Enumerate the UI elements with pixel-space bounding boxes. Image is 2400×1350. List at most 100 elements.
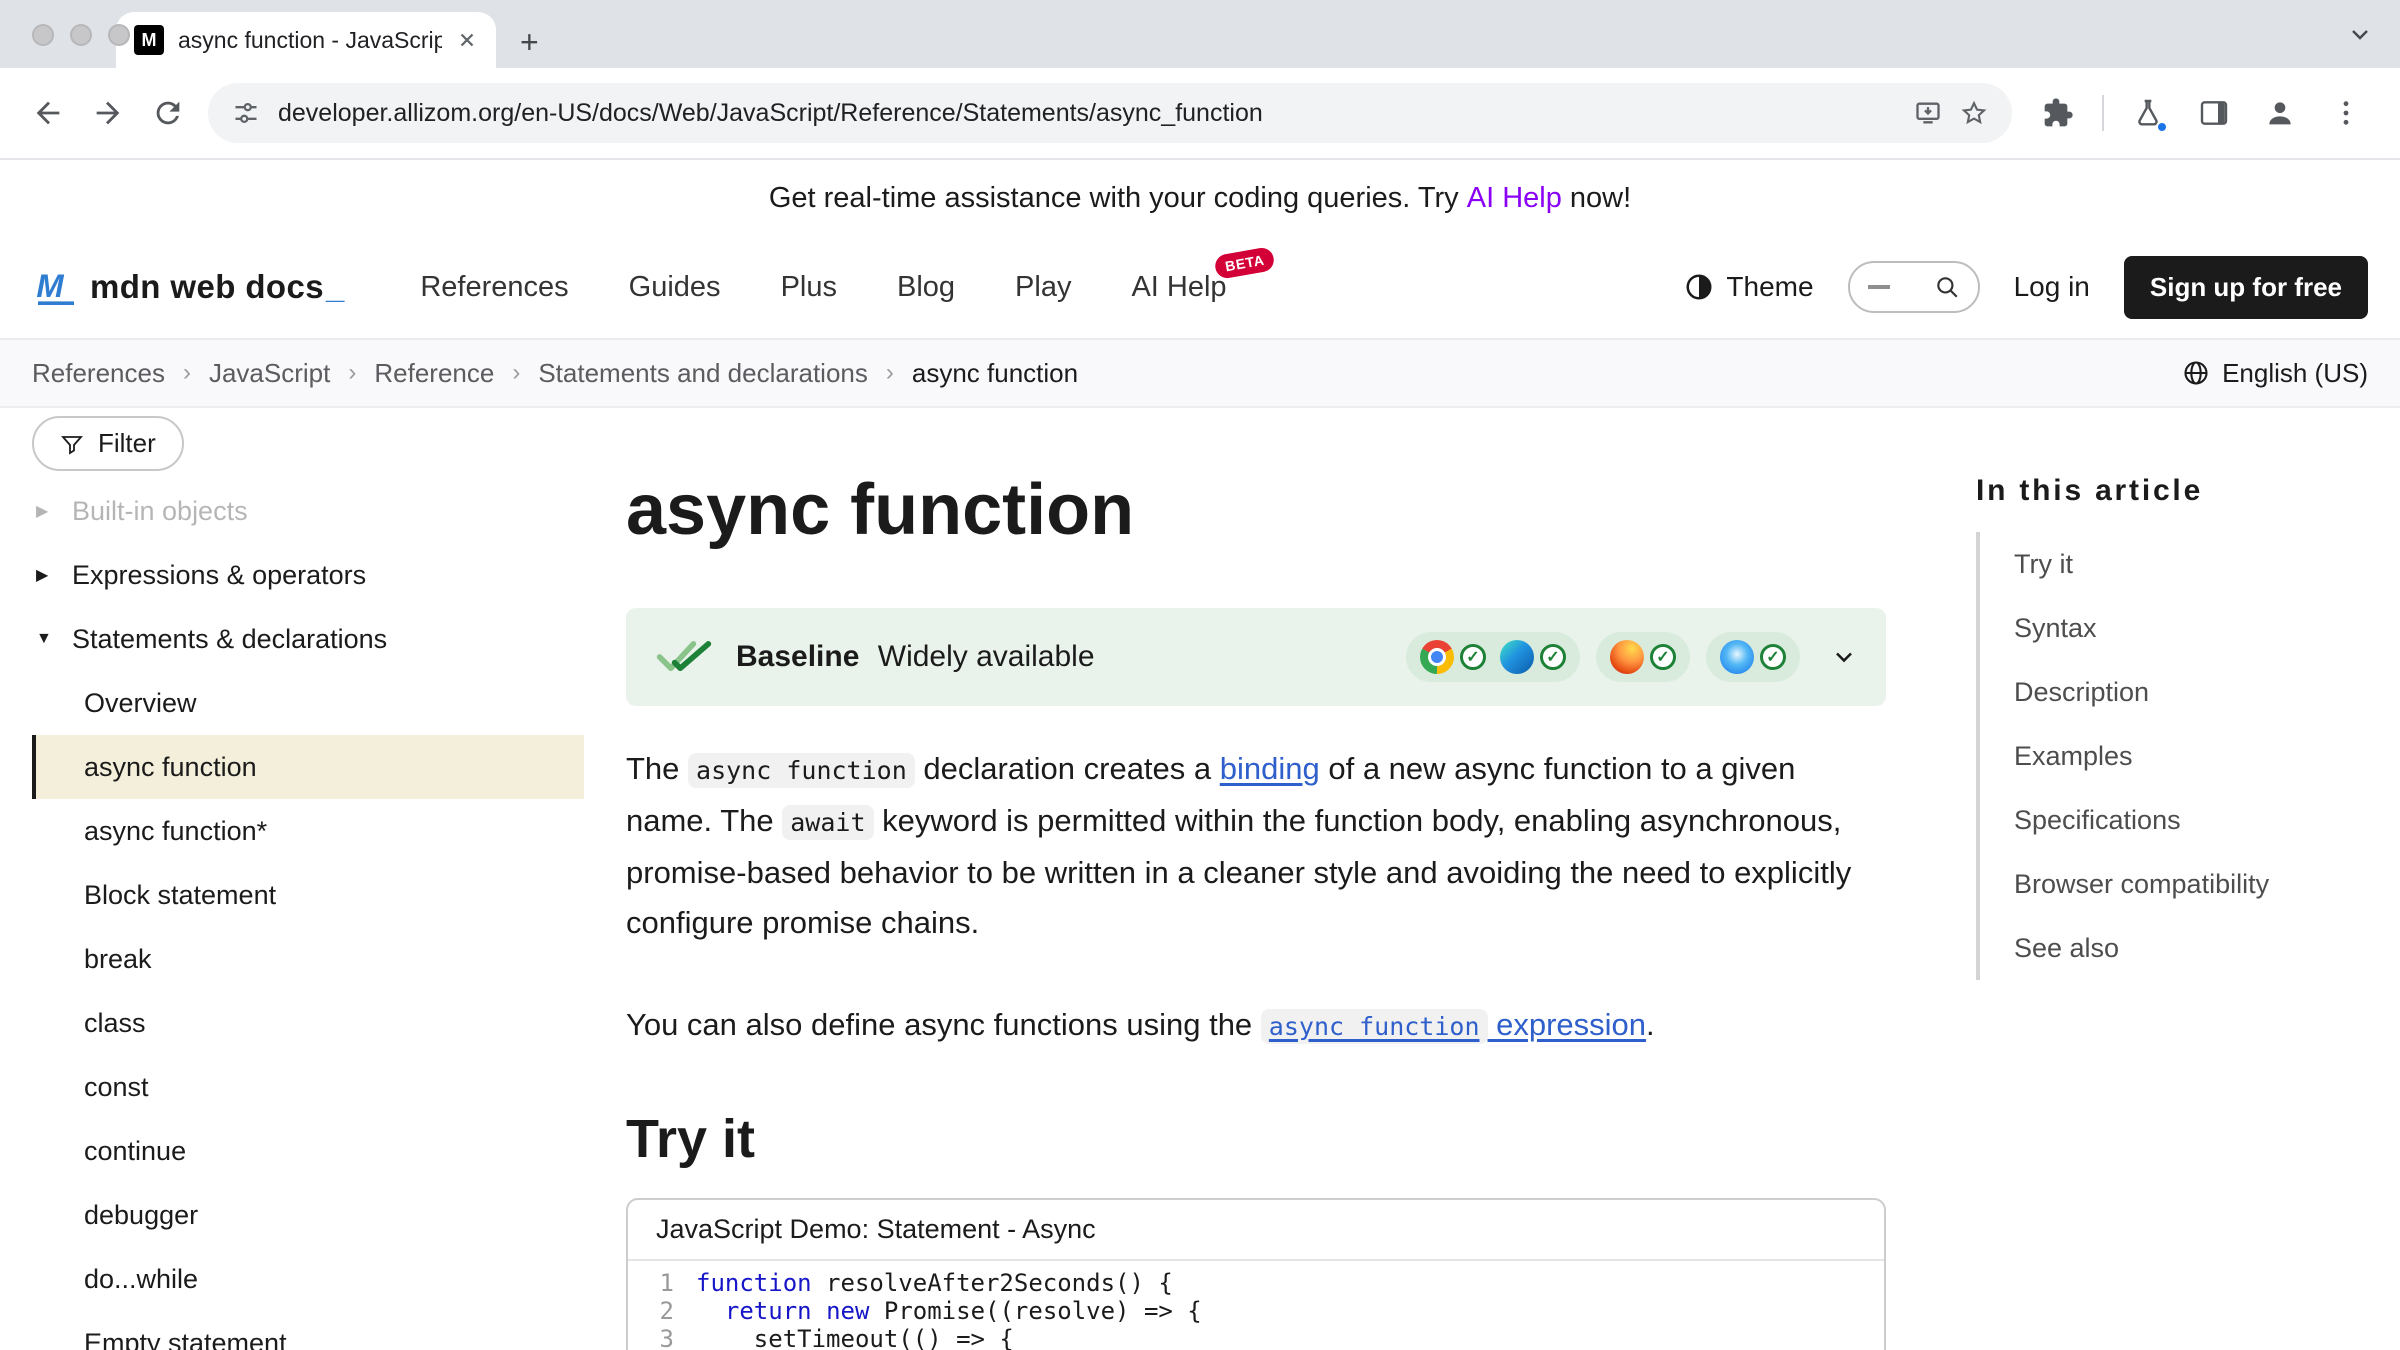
sidebar-item-do-while[interactable]: do...while <box>32 1247 584 1311</box>
line-content: return new Promise((resolve) => { <box>696 1297 1202 1325</box>
kebab-menu-icon[interactable] <box>2324 91 2368 135</box>
toc-item-syntax[interactable]: Syntax <box>1980 596 2360 660</box>
sidebar-item-overview[interactable]: Overview <box>32 671 584 735</box>
url-text[interactable]: developer.allizom.org/en-US/docs/Web/Jav… <box>278 99 1896 128</box>
sidebar-item-async-function[interactable]: async function <box>32 735 584 799</box>
theme-button[interactable]: Theme <box>1684 271 1813 303</box>
baseline-browsers: ✓✓✓✓ <box>1406 632 1800 682</box>
signup-button[interactable]: Sign up for free <box>2124 256 2368 319</box>
address-bar[interactable]: developer.allizom.org/en-US/docs/Web/Jav… <box>208 83 2012 143</box>
sidebar-item-debugger[interactable]: debugger <box>32 1183 584 1247</box>
tab-close-icon[interactable] <box>456 29 478 51</box>
toc-item-specifications[interactable]: Specifications <box>1980 788 2360 852</box>
sidebar-item-statements-declarations[interactable]: ▼Statements & declarations <box>32 607 584 671</box>
tab-title: async function - JavaScript | <box>178 27 442 54</box>
side-panel-icon[interactable] <box>2192 91 2236 135</box>
nav-item-plus[interactable]: Plus <box>781 271 837 304</box>
article-paragraph-2: You can also define async functions usin… <box>626 1000 1886 1052</box>
nav-item-blog[interactable]: Blog <box>897 271 955 304</box>
sidebar-item-empty-statement[interactable]: Empty statement <box>32 1311 584 1350</box>
globe-icon <box>2182 359 2210 387</box>
sidebar-item-class[interactable]: class <box>32 991 584 1055</box>
code-line: 3 setTimeout(() => { <box>628 1325 1884 1350</box>
support-check-icon: ✓ <box>1760 644 1786 670</box>
toc-item-see-also[interactable]: See also <box>1980 916 2360 980</box>
sidebar-item-label: async function* <box>84 816 267 847</box>
toc-item-description[interactable]: Description <box>1980 660 2360 724</box>
labs-icon[interactable] <box>2126 91 2170 135</box>
ai-help-link[interactable]: AI Help <box>1467 182 1562 215</box>
sidebar-item-label: class <box>84 1008 146 1039</box>
toc-item-examples[interactable]: Examples <box>1980 724 2360 788</box>
sidebar-item-break[interactable]: break <box>32 927 584 991</box>
chevron-collapsed-icon: ▶ <box>36 501 56 521</box>
browser-toolbar: developer.allizom.org/en-US/docs/Web/Jav… <box>0 68 2400 160</box>
inline-code-link[interactable]: async function expression <box>1261 1007 1646 1042</box>
sidebar-item-label: Empty statement <box>84 1328 287 1350</box>
demo-title: JavaScript Demo: Statement - Async <box>628 1200 1884 1261</box>
forward-icon[interactable] <box>80 85 136 141</box>
tab-list-chevron-icon[interactable] <box>2348 22 2372 46</box>
baseline-expand-chevron-icon[interactable] <box>1830 643 1858 671</box>
toc-item-try-it[interactable]: Try it <box>1980 532 2360 596</box>
sidebar-item-block-statement[interactable]: Block statement <box>32 863 584 927</box>
language-label: English (US) <box>2222 358 2368 389</box>
reload-icon[interactable] <box>140 85 196 141</box>
breadcrumb-separator: › <box>512 359 520 387</box>
sidebar-item-label: Built-in objects <box>72 496 248 527</box>
chevron-collapsed-icon: ▶ <box>36 565 56 585</box>
sidebar-item-const[interactable]: const <box>32 1055 584 1119</box>
bookmark-star-icon[interactable] <box>1960 99 1988 127</box>
new-tab-button[interactable]: + <box>520 26 539 58</box>
inline-link[interactable]: binding <box>1220 751 1320 786</box>
browser-tab[interactable]: M async function - JavaScript | <box>116 12 496 68</box>
sidebar-item-async-function[interactable]: async function* <box>32 799 584 863</box>
site-controls-icon[interactable] <box>232 99 260 127</box>
header-actions: Theme Log in Sign up for free <box>1684 256 2368 319</box>
window-close-button[interactable] <box>32 24 54 46</box>
mdn-logo[interactable]: M mdn web docs_ <box>32 268 344 306</box>
inline-code: await <box>782 805 873 840</box>
sidebar: Filter ▶ Built-in objects ▶ Expressions & o… <box>0 408 600 1350</box>
interactive-demo: JavaScript Demo: Statement - Async 1func… <box>626 1198 1886 1350</box>
back-icon[interactable] <box>20 85 76 141</box>
window-zoom-button[interactable] <box>108 24 130 46</box>
filter-button[interactable]: Filter <box>32 416 184 471</box>
profile-icon[interactable] <box>2258 91 2302 135</box>
search-placeholder-cursor <box>1868 285 1890 289</box>
svg-text:M: M <box>36 269 64 304</box>
breadcrumb-item-references[interactable]: References <box>32 358 165 389</box>
breadcrumb-separator: › <box>348 359 356 387</box>
sidebar-item-label: debugger <box>84 1200 198 1231</box>
sidebar-item-built-in-objects[interactable]: ▶ Built-in objects <box>32 479 584 543</box>
login-link[interactable]: Log in <box>2014 271 2090 303</box>
search-input[interactable] <box>1848 261 1980 313</box>
tryit-heading: Try it <box>626 1108 1886 1170</box>
language-switcher[interactable]: English (US) <box>2182 358 2368 389</box>
nav-item-ai-help[interactable]: AI HelpBETA <box>1131 271 1226 304</box>
window-minimize-button[interactable] <box>70 24 92 46</box>
logo-cursor: _ <box>326 268 344 306</box>
browser-support-firefox: ✓ <box>1610 640 1676 674</box>
demo-code[interactable]: 1function resolveAfter2Seconds() {2 retu… <box>628 1261 1884 1350</box>
nav-item-references[interactable]: References <box>420 271 568 304</box>
nav-item-guides[interactable]: Guides <box>629 271 721 304</box>
extensions-icon[interactable] <box>2036 91 2080 135</box>
chevron-expanded-icon: ▼ <box>36 630 56 648</box>
sidebar-item-expressions-operators[interactable]: ▶ Expressions & operators <box>32 543 584 607</box>
inline-code: async function <box>688 753 915 788</box>
line-content: setTimeout(() => { <box>696 1325 1014 1350</box>
install-icon[interactable] <box>1914 99 1942 127</box>
beta-badge: BETA <box>1213 246 1276 280</box>
breadcrumb-item-javascript[interactable]: JavaScript <box>209 358 330 389</box>
sidebar-item-continue[interactable]: continue <box>32 1119 584 1183</box>
code-line: 1function resolveAfter2Seconds() { <box>628 1269 1884 1297</box>
nav-item-play[interactable]: Play <box>1015 271 1071 304</box>
sidebar-item-label: Overview <box>84 688 197 719</box>
sidebar-item-label: Expressions & operators <box>72 560 366 591</box>
toc-item-browser-compatibility[interactable]: Browser compatibility <box>1980 852 2360 916</box>
breadcrumb-item-statements-and-declarations[interactable]: Statements and declarations <box>538 358 868 389</box>
sidebar-item-label: break <box>84 944 152 975</box>
support-check-icon: ✓ <box>1460 644 1486 670</box>
breadcrumb-item-reference[interactable]: Reference <box>374 358 494 389</box>
